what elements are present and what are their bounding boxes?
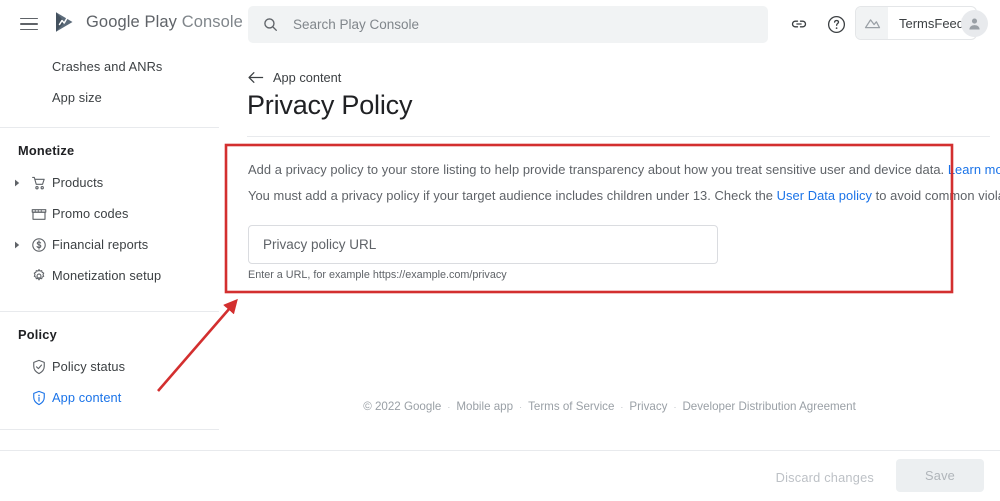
sidebar-item-label: App content [52, 390, 122, 405]
description-text-2-before: You must add a privacy policy if your ta… [248, 188, 774, 203]
back-to-app-content-link[interactable]: App content [248, 70, 341, 85]
footer-separator: · [447, 401, 451, 412]
privacy-policy-url-placeholder: Privacy policy URL [263, 237, 377, 252]
privacy-policy-url-input[interactable]: Privacy policy URL [248, 225, 718, 264]
sidebar-item-label: Policy status [52, 359, 126, 374]
footer-separator: · [673, 401, 677, 412]
learn-more-link[interactable]: Learn more [948, 162, 1000, 177]
sidebar-item-promo-codes[interactable]: Promo codes [0, 198, 219, 229]
sidebar-item-label: App size [52, 90, 102, 105]
chevron-right-icon[interactable] [8, 241, 26, 249]
app-chip-label: TermsFeed [899, 15, 965, 31]
user-data-policy-link[interactable]: User Data policy [777, 188, 872, 203]
bottom-action-bar: Discard changes Save [0, 450, 1000, 501]
sidebar-item-financial-reports[interactable]: Financial reports [0, 229, 219, 260]
description-text-2-after: to avoid common violations. [875, 188, 1000, 203]
footer-link-terms-of-service[interactable]: Terms of Service [528, 400, 614, 413]
footer-link-developer-distribution-agreement[interactable]: Developer Distribution Agreement [682, 400, 855, 413]
shield-info-icon [26, 389, 52, 407]
dollar-circle-icon [26, 236, 52, 254]
footer-link-mobile-app[interactable]: Mobile app [456, 400, 513, 413]
search-placeholder: Search Play Console [293, 17, 420, 32]
shield-check-icon [26, 358, 52, 376]
sidebar-divider [0, 429, 219, 430]
play-console-page: Google Play Console Search Play Console [0, 0, 1000, 501]
app-thumbnail-icon [856, 7, 888, 39]
sidebar-item-app-size[interactable]: App size [0, 82, 219, 113]
sidebar-item-app-content[interactable]: App content [0, 382, 219, 413]
footer-link-privacy[interactable]: Privacy [629, 400, 667, 413]
brand-logo-group[interactable]: Google Play Console [52, 9, 243, 35]
main-content: App content Privacy Policy Add a privacy… [219, 48, 1000, 501]
hamburger-bar [20, 17, 38, 20]
sidebar-item-crashes-and-anrs[interactable]: Crashes and ANRs [0, 51, 219, 82]
privacy-policy-description-1: Add a privacy policy to your store listi… [248, 162, 1000, 177]
sidebar-item-policy-status[interactable]: Policy status [0, 351, 219, 382]
footer-separator: · [519, 401, 523, 412]
description-text-1: Add a privacy policy to your store listi… [248, 162, 945, 177]
help-circle-icon[interactable] [825, 13, 847, 35]
page-title: Privacy Policy [247, 90, 413, 120]
sidebar-section-monetize: Monetize [18, 143, 75, 158]
sidebar-item-products[interactable]: Products [0, 167, 219, 198]
brand-text: Google Play Console [86, 13, 243, 32]
account-avatar-icon[interactable] [961, 10, 988, 37]
sidebar-item-monetization-setup[interactable]: Monetization setup [0, 260, 219, 291]
search-icon [264, 18, 277, 31]
privacy-policy-description-2: You must add a privacy policy if your ta… [248, 188, 1000, 203]
discard-changes-button[interactable]: Discard changes [768, 465, 882, 489]
gear-icon [26, 267, 52, 285]
sidebar-item-label: Financial reports [52, 237, 149, 252]
sidebar-item-label: Products [52, 175, 104, 190]
save-button[interactable]: Save [896, 459, 984, 492]
sidebar-nav: Crashes and ANRs App size Monetize Produ… [0, 48, 219, 501]
privacy-policy-url-helper-text: Enter a URL, for example https://example… [248, 269, 507, 281]
arrow-left-icon [248, 72, 264, 83]
title-divider [247, 136, 990, 137]
page-footer: © 2022 Google · Mobile app · Terms of Se… [219, 400, 1000, 413]
google-play-console-logo [56, 12, 73, 32]
brand-console: Console [181, 12, 243, 31]
back-link-label: App content [273, 70, 342, 85]
sidebar-item-label: Monetization setup [52, 268, 162, 283]
link-icon[interactable] [788, 13, 810, 35]
sidebar-section-policy: Policy [18, 327, 57, 342]
footer-separator: · [620, 401, 624, 412]
footer-copyright: © 2022 Google [363, 400, 442, 413]
shopping-cart-icon [26, 174, 52, 192]
top-app-bar: Google Play Console Search Play Console [0, 0, 1000, 48]
chevron-right-icon[interactable] [8, 179, 26, 187]
hamburger-icon[interactable] [20, 14, 40, 34]
search-input[interactable]: Search Play Console [248, 6, 768, 43]
sidebar-item-label: Crashes and ANRs [52, 59, 163, 74]
storefront-icon [26, 205, 52, 223]
brand-google-play: Google Play [86, 12, 177, 31]
app-selector-chip[interactable]: TermsFeed [855, 6, 978, 40]
hamburger-bar [20, 23, 38, 25]
hamburger-bar [20, 28, 38, 31]
sidebar-item-label: Promo codes [52, 206, 129, 221]
